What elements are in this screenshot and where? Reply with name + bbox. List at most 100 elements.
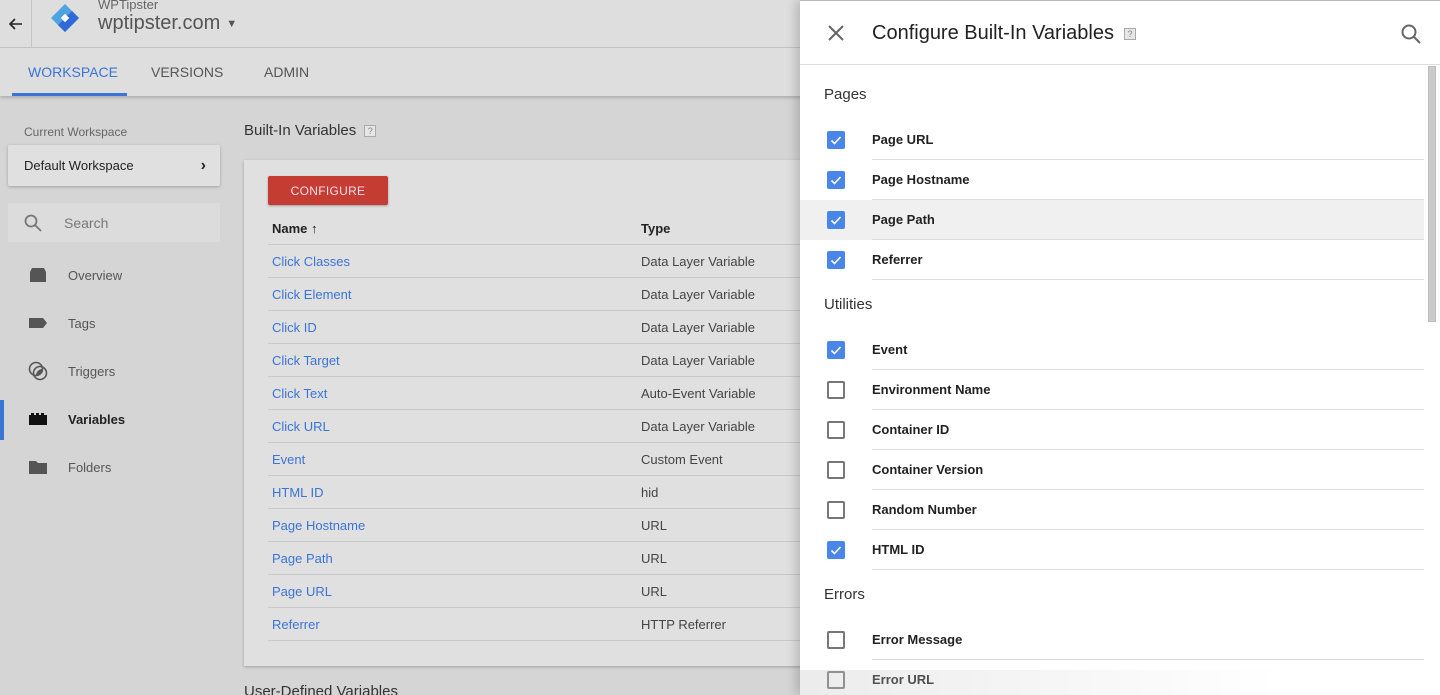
sidebar-item-folders[interactable]: Folders bbox=[0, 443, 230, 491]
row-divider bbox=[872, 279, 1424, 280]
variable-option-label: Page Path bbox=[872, 212, 935, 227]
checkbox-unchecked[interactable] bbox=[827, 631, 845, 649]
section-title-errors: Errors bbox=[824, 586, 865, 603]
checkbox-unchecked[interactable] bbox=[827, 381, 845, 399]
search-icon bbox=[24, 214, 42, 232]
check-icon bbox=[830, 546, 842, 555]
variable-name-link[interactable]: Event bbox=[268, 452, 641, 467]
variable-option[interactable]: HTML ID bbox=[800, 530, 1424, 570]
panel-body: Pages Page URL Page Hostname Page Path Refer… bbox=[800, 66, 1424, 695]
sidebar-item-triggers[interactable]: Triggers bbox=[0, 347, 230, 395]
table-row[interactable]: Click Target Data Layer Variable bbox=[268, 344, 844, 377]
checkbox-checked[interactable] bbox=[827, 251, 845, 269]
checkbox-unchecked[interactable] bbox=[827, 671, 845, 689]
gtm-logo-icon bbox=[51, 4, 79, 32]
variable-option[interactable]: Event bbox=[800, 330, 1424, 370]
variable-option[interactable]: Error URL bbox=[800, 660, 1424, 695]
help-icon[interactable]: ? bbox=[364, 124, 377, 137]
variable-name-link[interactable]: Page Hostname bbox=[268, 518, 641, 533]
checkbox-checked[interactable] bbox=[827, 341, 845, 359]
variable-name-link[interactable]: Page URL bbox=[268, 584, 641, 599]
variable-name-link[interactable]: Referrer bbox=[268, 617, 641, 632]
sidebar-item-label: Variables bbox=[68, 411, 126, 427]
column-header-name[interactable]: Name ↑ bbox=[268, 221, 641, 236]
workspace-selector[interactable]: Default Workspace › bbox=[8, 145, 220, 186]
variable-option[interactable]: Container Version bbox=[800, 450, 1424, 490]
variable-option[interactable]: Container ID bbox=[800, 410, 1424, 450]
variable-option-label: Event bbox=[872, 342, 908, 357]
tab-workspace[interactable]: WORKSPACE bbox=[28, 48, 118, 96]
sidebar-item-label: Overview bbox=[68, 267, 123, 283]
help-icon[interactable]: ? bbox=[1123, 27, 1136, 40]
sidebar-item-label: Folders bbox=[68, 459, 112, 475]
variable-option[interactable]: Referrer bbox=[800, 240, 1424, 280]
checkbox-checked[interactable] bbox=[827, 211, 845, 229]
sidebar-item-overview[interactable]: Overview bbox=[0, 251, 230, 299]
table-row[interactable]: Referrer HTTP Referrer bbox=[268, 608, 844, 641]
sidebar-item-tags[interactable]: Tags bbox=[0, 299, 230, 347]
configure-button[interactable]: CONFIGURE bbox=[268, 176, 388, 205]
builtin-variables-title: Built-In Variables bbox=[244, 122, 357, 139]
panel-title-wrap: Configure Built-In Variables ? bbox=[872, 22, 1136, 45]
table-row[interactable]: HTML ID hid bbox=[268, 476, 844, 509]
back-button[interactable] bbox=[0, 0, 32, 48]
variable-option[interactable]: Error Message bbox=[800, 620, 1424, 660]
checkbox-unchecked[interactable] bbox=[827, 461, 845, 479]
table-row[interactable]: Page Hostname URL bbox=[268, 509, 844, 542]
variable-option[interactable]: Environment Name bbox=[800, 370, 1424, 410]
table-row[interactable]: Click Element Data Layer Variable bbox=[268, 278, 844, 311]
checkbox-unchecked[interactable] bbox=[827, 501, 845, 519]
variable-option[interactable]: Random Number bbox=[800, 490, 1424, 530]
sidebar-item-label: Tags bbox=[68, 315, 96, 331]
current-workspace-label: Current Workspace bbox=[24, 125, 128, 139]
variable-name-link[interactable]: Click Text bbox=[268, 386, 641, 401]
variable-option-label: Referrer bbox=[872, 252, 923, 267]
builtin-variables-card: CONFIGURE Name ↑ Type Click Classes Data … bbox=[244, 160, 844, 666]
checkbox-checked[interactable] bbox=[827, 541, 845, 559]
checkbox-checked[interactable] bbox=[827, 131, 845, 149]
account-name: WPTipster bbox=[98, 0, 159, 12]
variable-option[interactable]: Page Hostname bbox=[800, 160, 1424, 200]
close-icon[interactable] bbox=[826, 23, 846, 43]
table-row[interactable]: Click URL Data Layer Variable bbox=[268, 410, 844, 443]
variable-option[interactable]: Page Path bbox=[800, 200, 1424, 240]
variable-option-label: Random Number bbox=[872, 502, 977, 517]
checkbox-unchecked[interactable] bbox=[827, 421, 845, 439]
table-row[interactable]: Page URL URL bbox=[268, 575, 844, 608]
table-row[interactable]: Click Classes Data Layer Variable bbox=[268, 245, 844, 278]
search-icon[interactable] bbox=[1400, 23, 1422, 45]
workspace-name: Default Workspace bbox=[24, 158, 134, 173]
variable-name-link[interactable]: Click Element bbox=[268, 287, 641, 302]
check-icon bbox=[830, 216, 842, 225]
section-title-utilities: Utilities bbox=[824, 296, 873, 313]
variable-option-label: Error Message bbox=[872, 632, 963, 647]
panel-header: Configure Built-In Variables ? bbox=[800, 0, 1440, 65]
sidebar-item-variables[interactable]: Variables bbox=[0, 395, 230, 443]
check-icon bbox=[830, 256, 842, 265]
container-selector[interactable]: wptipster.com ▼ bbox=[98, 12, 237, 35]
check-icon bbox=[830, 346, 842, 355]
variable-name-link[interactable]: Page Path bbox=[268, 551, 641, 566]
variable-option-label: Error URL bbox=[872, 672, 935, 687]
tab-admin[interactable]: ADMIN bbox=[264, 48, 309, 96]
panel-scrollbar[interactable] bbox=[1428, 66, 1436, 322]
variable-option-label: HTML ID bbox=[872, 542, 925, 557]
variable-name-link[interactable]: Click Target bbox=[268, 353, 641, 368]
builtin-variables-table: Name ↑ Type Click Classes Data Layer Vari… bbox=[268, 212, 844, 641]
sidebar-search-input[interactable]: Search bbox=[8, 203, 220, 242]
table-row[interactable]: Page Path URL bbox=[268, 542, 844, 575]
variable-name-link[interactable]: Click Classes bbox=[268, 254, 641, 269]
table-row[interactable]: Event Custom Event bbox=[268, 443, 844, 476]
table-row[interactable]: Click Text Auto-Event Variable bbox=[268, 377, 844, 410]
tab-versions[interactable]: VERSIONS bbox=[151, 48, 223, 96]
check-icon bbox=[830, 176, 842, 185]
trigger-icon bbox=[28, 361, 48, 381]
variable-option[interactable]: Page URL bbox=[800, 120, 1424, 160]
table-row[interactable]: Click ID Data Layer Variable bbox=[268, 311, 844, 344]
variable-name-link[interactable]: Click URL bbox=[268, 419, 641, 434]
variable-option-label: Environment Name bbox=[872, 382, 991, 397]
variable-name-link[interactable]: Click ID bbox=[268, 320, 641, 335]
variable-option-label: Page URL bbox=[872, 132, 934, 147]
checkbox-checked[interactable] bbox=[827, 171, 845, 189]
variable-name-link[interactable]: HTML ID bbox=[268, 485, 641, 500]
